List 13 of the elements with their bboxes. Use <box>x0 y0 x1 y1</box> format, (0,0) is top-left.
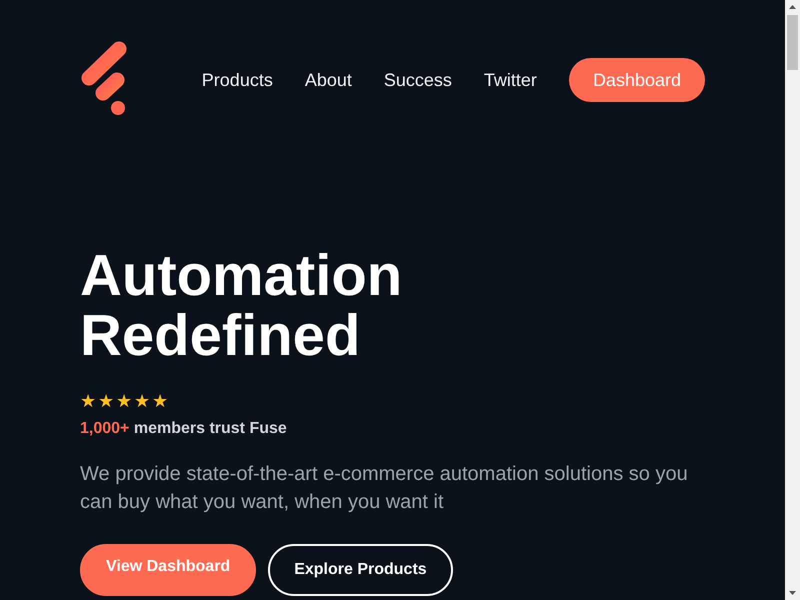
nav-link[interactable]: Twitter <box>484 70 537 90</box>
outline-button[interactable]: Explore Products <box>268 544 453 596</box>
star-icon: ★ <box>98 390 114 412</box>
star-icon: ★ <box>80 390 96 412</box>
nav-link[interactable]: Products <box>202 70 273 90</box>
nav-link[interactable]: About <box>304 70 352 90</box>
star-icon: ★ <box>152 390 168 412</box>
hero-title: Automation Redefined <box>80 246 404 366</box>
nav-link[interactable]: Success <box>384 70 452 90</box>
star-icon: ★ <box>116 390 132 412</box>
star-icon: ★ <box>134 390 150 412</box>
trust-text: 1,000+ members trust Fuse <box>80 420 288 438</box>
hero-description: We provide state-of-the-art e-commerce automation solutions so you can buy what you want, when you want it <box>80 462 689 515</box>
